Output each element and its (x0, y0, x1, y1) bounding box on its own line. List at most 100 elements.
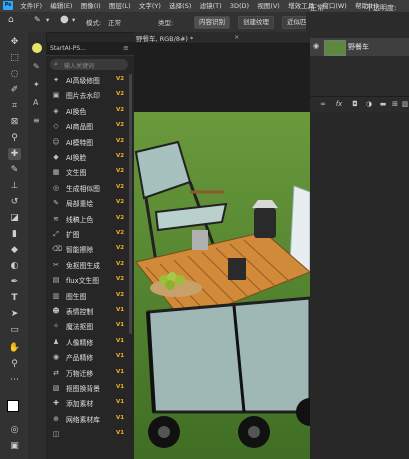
tools-panel: ✥ ⬚ ◌ ✐ ⌗ ⊠ ⚲ ✚ ✎ ⊥ ↺ ◪ ▮ ◆ ◐ ✒ T ➤ ▭ ✋ … (0, 32, 29, 459)
plugin-item[interactable]: ♟ 人像精修 V1 (46, 336, 128, 348)
zoom-tool-icon[interactable]: ⚲ (8, 358, 21, 370)
plugin-item[interactable]: ▣ 图片去水印 V2 (46, 89, 128, 101)
home-icon[interactable]: ⌂ (8, 15, 14, 25)
mask-icon[interactable]: ◘ (350, 99, 360, 109)
menu-filter[interactable]: 滤镜(T) (197, 0, 225, 12)
foreground-color-swatch[interactable] (7, 400, 19, 412)
panel-menu-icon[interactable]: ≡ (123, 44, 129, 52)
layer-row[interactable]: ◉ 野餐车 (310, 38, 409, 56)
layer-name: 野餐车 (348, 43, 369, 51)
plugin-item[interactable]: ≋ 线稿上色 V2 (46, 213, 128, 225)
menu-layer[interactable]: 图层(L) (106, 0, 134, 12)
plugin-item[interactable]: ◉ 产品精修 V1 (46, 351, 128, 363)
version-badge: V2 (116, 153, 125, 159)
plugin-item[interactable]: ✎ 局部重绘 V2 (46, 197, 128, 209)
plugin-item-label: 添加素材 (66, 400, 94, 409)
create-texture-button[interactable]: 创建纹理 (238, 16, 274, 29)
gradient-tool-icon[interactable]: ▮ (8, 228, 21, 240)
plugin-item[interactable]: ◆ AI换脸 V2 (46, 151, 128, 163)
menu-3d[interactable]: 3D(D) (227, 0, 252, 12)
plugin-item[interactable]: ⇄ 万物迁移 V1 (46, 367, 128, 379)
sparkle-icon[interactable]: ✦ (33, 80, 40, 89)
blend-select[interactable]: 正常 (310, 3, 324, 13)
menu-view[interactable]: 视图(V) (254, 0, 283, 12)
plugin-item[interactable]: ⤢ 扩图 V2 (46, 228, 128, 240)
version-badge: V1 (116, 414, 125, 421)
stamp-tool-icon[interactable]: ⊥ (8, 180, 21, 192)
brush-icon[interactable]: ✎ (33, 62, 40, 71)
canvas-image[interactable] (134, 112, 310, 459)
plugin-item[interactable]: ◈ AI换色 V2 (46, 105, 128, 117)
version-badge: V2 (116, 245, 125, 252)
link-icon[interactable]: ∞ (318, 99, 328, 109)
more-tools-icon[interactable]: ⋯ (8, 374, 21, 386)
plugin-item[interactable]: ◇ AI商品图 V2 (46, 120, 128, 132)
history-brush-tool-icon[interactable]: ↺ (8, 196, 21, 208)
brush-size-icon[interactable]: ● (60, 14, 69, 25)
adjustment-icon[interactable]: ◑ (364, 99, 374, 109)
menu-file[interactable]: 文件(F) (17, 0, 45, 12)
brush-tool-icon[interactable]: ✎ (8, 164, 21, 176)
plugin-item[interactable]: ☺ AI模特图 V2 (46, 136, 128, 148)
smart-erase-icon: ⌫ (52, 245, 62, 254)
screen-mode-icon[interactable]: ▣ (8, 440, 21, 452)
lasso-tool-icon[interactable]: ◌ (8, 68, 21, 80)
plugin-item[interactable]: ✧ 魔法抠图 V1 (46, 320, 128, 332)
plugin-scrollbar[interactable] (129, 74, 132, 334)
mode-select[interactable]: 正常 (108, 17, 121, 27)
healing-brush-icon[interactable]: ✎ (34, 15, 41, 24)
paragraph-icon[interactable]: A (33, 98, 38, 107)
pen-tool-icon[interactable]: ✒ (8, 276, 21, 288)
path-select-tool-icon[interactable]: ➤ (8, 308, 21, 320)
plugin-item[interactable]: ▤ flux文生图 V2 (46, 274, 128, 286)
version-badge: V2 (116, 183, 125, 190)
menu-edit[interactable]: 编辑(E) (47, 0, 75, 12)
version-badge: V2 (116, 168, 125, 175)
marquee-tool-icon[interactable]: ⬚ (8, 52, 21, 64)
menu-image[interactable]: 图像(I) (78, 0, 104, 12)
eye-icon[interactable]: ◉ (313, 42, 319, 50)
plugin-item[interactable]: ⌫ 智能擦除 V2 (46, 243, 128, 255)
new-layer-icon[interactable]: ⊞ (390, 99, 400, 109)
shape-tool-icon[interactable]: ▭ (8, 324, 21, 336)
quick-select-tool-icon[interactable]: ✐ (8, 84, 21, 96)
plugin-item[interactable]: ◫ V1 (46, 428, 128, 440)
menu-type[interactable]: 文字(Y) (136, 0, 164, 12)
plugin-item[interactable]: ⊕ 网络素材库 V1 (46, 413, 128, 425)
group-icon[interactable]: ▬ (378, 99, 388, 109)
type-tool-icon[interactable]: T (8, 292, 21, 304)
version-badge: V1 (116, 399, 125, 406)
quick-mask-icon[interactable]: ◎ (8, 424, 21, 436)
eyedropper-tool-icon[interactable]: ⚲ (8, 132, 21, 144)
material-add-icon: ✚ (53, 399, 59, 408)
content-aware-button[interactable]: 内容识别 (194, 16, 230, 29)
plugin-item[interactable]: ✦ AI高级修图 V2 (46, 74, 128, 86)
frame-tool-icon[interactable]: ⊠ (8, 116, 21, 128)
chevron-down-icon[interactable]: ▾ (46, 16, 49, 24)
dodge-tool-icon[interactable]: ◐ (8, 260, 21, 272)
eraser-tool-icon[interactable]: ◪ (8, 212, 21, 224)
trash-icon[interactable]: ▥ (400, 99, 409, 109)
plugin-item[interactable]: ▧ 抠图换背景 V1 (46, 382, 128, 394)
adjust-icon[interactable]: ≡ (33, 116, 40, 125)
close-tab-icon[interactable]: × (234, 33, 239, 41)
plugin-search-input[interactable]: ⌕ 输入关键词 (50, 59, 128, 70)
move-tool-icon[interactable]: ✥ (8, 36, 21, 48)
plugin-item[interactable]: ▦ 文生图 V2 (46, 166, 128, 178)
hand-tool-icon[interactable]: ✋ (8, 342, 21, 354)
menu-select[interactable]: 选择(S) (166, 0, 194, 12)
brush-chevron-icon[interactable]: ▾ (72, 16, 75, 24)
startai-logo-icon[interactable] (32, 43, 42, 53)
crop-tool-icon[interactable]: ⌗ (8, 100, 21, 112)
image-gen-icon: ▥ (52, 291, 60, 300)
plugin-item[interactable]: ✚ 添加素材 V1 (46, 397, 128, 409)
plugin-item[interactable]: ☻ 表情控制 V1 (46, 305, 128, 317)
plugin-item-label: 智能擦除 (66, 246, 94, 255)
blur-tool-icon[interactable]: ◆ (8, 244, 21, 256)
plugin-item[interactable]: ◎ 生成相似图 V2 (46, 182, 128, 194)
document-tab[interactable]: 野餐车, RGB/8#) * × (134, 32, 310, 44)
fx-icon[interactable]: fx (334, 99, 344, 109)
plugin-item[interactable]: ▥ 图生图 V2 (46, 290, 128, 302)
healing-tool-icon[interactable]: ✚ (8, 148, 21, 160)
plugin-item[interactable]: ✂ 免抠图生成 V2 (46, 259, 128, 271)
